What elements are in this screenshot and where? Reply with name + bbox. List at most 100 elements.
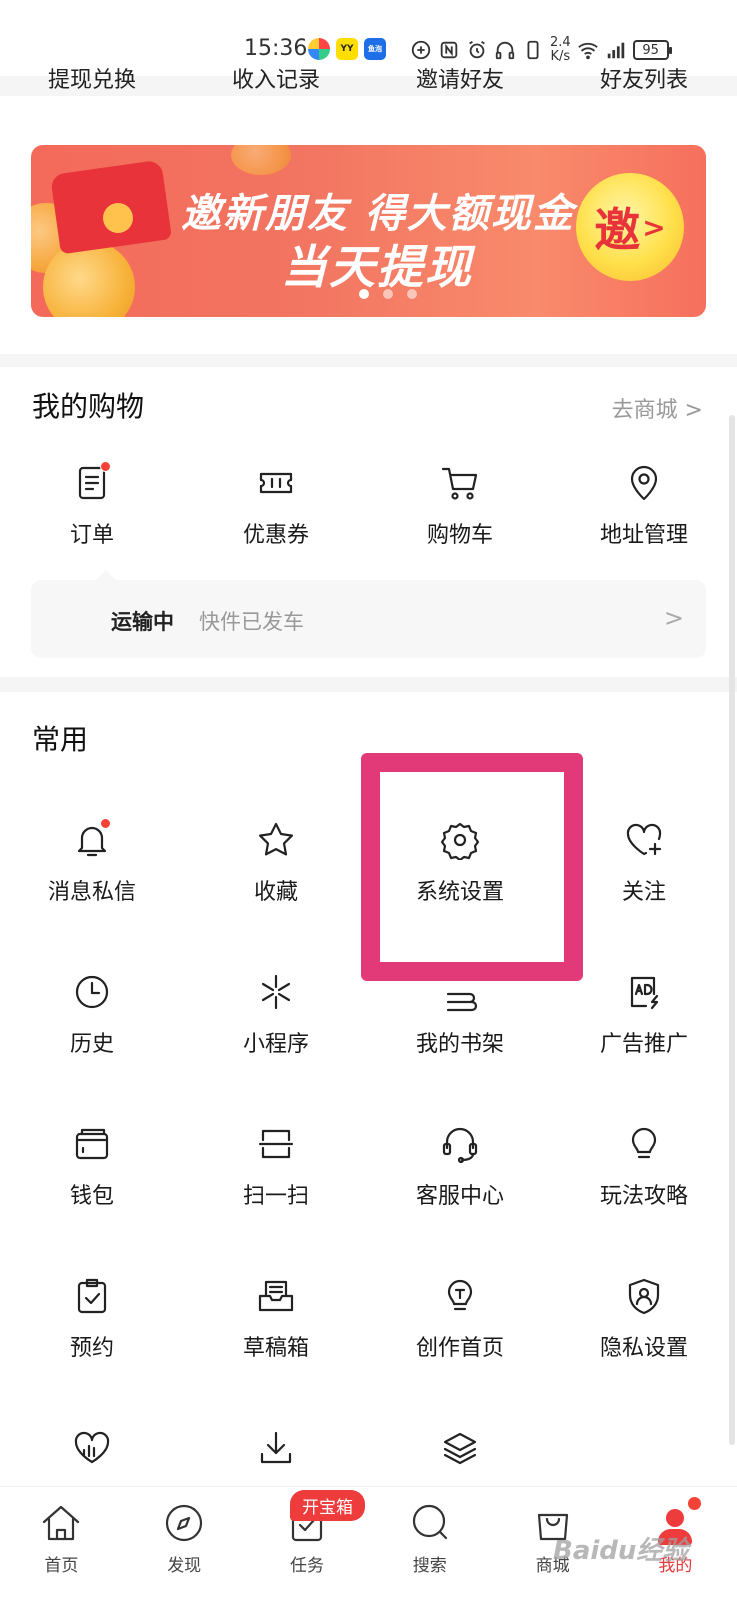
common-row: 钱包 扫一扫 客服中心 玩法攻略 (0, 1124, 737, 1210)
notification-dot (100, 818, 111, 829)
common-item-label: 我的书架 (415, 1032, 504, 1057)
colorful-app-icon (308, 38, 330, 60)
shopping-section: 我的购物 去商城 > 订单 优惠券 购物车 地址管理 运输中 快件已发车 > (0, 367, 737, 677)
cart-icon (441, 467, 478, 500)
top-links-row: 提现兑换 收入记录 邀请好友 好友列表 (0, 58, 737, 96)
common-row: 消息私信 收藏 系统设置 关注 (0, 818, 737, 906)
shop-item-order[interactable]: 订单 (0, 461, 184, 549)
nav-label: 搜索 (412, 1556, 447, 1576)
shop-item-label: 地址管理 (599, 523, 688, 548)
open-treasure-badge[interactable]: 开宝箱 (290, 1490, 365, 1521)
carousel-dot[interactable] (407, 289, 417, 299)
search-icon (412, 1504, 447, 1540)
battery-indicator: 95 (632, 40, 672, 60)
carousel-dots (359, 289, 417, 299)
common-item-label: 小程序 (242, 1032, 309, 1057)
shop-item-label: 优惠券 (242, 523, 309, 548)
shipping-status-card[interactable]: 运输中 快件已发车 > (31, 570, 706, 658)
top-link-withdraw[interactable]: 提现兑换 (0, 62, 184, 94)
nav-discover[interactable]: 发现 (123, 1487, 246, 1600)
yupao-app-icon: 鱼泡 (364, 38, 386, 60)
shop-item-coupon[interactable]: 优惠券 (184, 463, 368, 549)
nav-search[interactable]: 搜索 (368, 1487, 491, 1600)
common-item-drafts[interactable]: 草稿箱 (184, 1276, 368, 1362)
common-item-label: 隐私设置 (599, 1336, 688, 1361)
headset-icon (442, 1127, 478, 1164)
common-item-wallet[interactable]: 钱包 (0, 1124, 184, 1210)
go-mall-link[interactable]: 去商城 > (612, 392, 703, 424)
shop-item-label: 购物车 (426, 523, 493, 548)
clock-icon (75, 975, 109, 1009)
envelope-seal (103, 203, 133, 233)
common-item-guide[interactable]: 玩法攻略 (552, 1124, 736, 1210)
heart-plus-icon (626, 823, 662, 856)
carousel-dot[interactable] (383, 289, 393, 299)
home-icon (43, 1505, 80, 1541)
common-item-label: 创作首页 (415, 1336, 504, 1361)
miniprogram-icon (261, 974, 291, 1010)
status-app-icons: YY 鱼泡 (308, 38, 386, 60)
shipping-status: 运输中 (111, 610, 174, 634)
avatar-head (666, 1509, 685, 1527)
books-icon (446, 992, 478, 1012)
chevron-right-icon: > (642, 210, 666, 244)
top-link-friends[interactable]: 好友列表 (552, 62, 736, 94)
common-item-settings[interactable]: 系统设置 (368, 820, 552, 906)
heart-chart-icon (74, 1431, 110, 1464)
common-item-label: 扫一扫 (242, 1184, 309, 1209)
star-icon (258, 822, 294, 856)
common-item-reservation[interactable]: 预约 (0, 1276, 184, 1362)
nav-label: 发现 (167, 1556, 202, 1576)
common-item-bookshelf[interactable]: 我的书架 (368, 972, 552, 1058)
common-item-follow[interactable]: 关注 (552, 820, 736, 906)
common-item-label: 消息私信 (47, 880, 136, 905)
common-item-miniprogram[interactable]: 小程序 (184, 972, 368, 1058)
top-link-income[interactable]: 收入记录 (184, 62, 368, 94)
nav-home[interactable]: 首页 (0, 1487, 123, 1600)
shop-item-cart[interactable]: 购物车 (368, 463, 552, 549)
invite-banner[interactable]: 邀新朋友 得大额现金 当天提现 邀 > (31, 145, 706, 317)
common-item-messages[interactable]: 消息私信 (0, 818, 184, 906)
shop-item-address[interactable]: 地址管理 (552, 463, 736, 549)
top-link-invite[interactable]: 邀请好友 (368, 62, 552, 94)
common-item-partial[interactable] (0, 1428, 184, 1468)
common-section: 常用 消息私信 收藏 系统设置 关注 历史 小程序 我的书架 广告推广 钱包 扫… (0, 692, 737, 1512)
notification-dot (687, 1497, 701, 1510)
common-item-label: 玩法攻略 (599, 1184, 688, 1209)
common-item-favorites[interactable]: 收藏 (184, 820, 368, 906)
common-item-ad-promo[interactable]: 广告推广 (552, 972, 736, 1058)
common-item-privacy[interactable]: 隐私设置 (552, 1276, 736, 1362)
gear-icon (440, 822, 480, 860)
shopping-title: 我的购物 (32, 390, 145, 423)
common-item-partial[interactable] (368, 1428, 552, 1468)
common-item-label: 钱包 (69, 1184, 114, 1209)
coin-decoration (231, 145, 291, 175)
invite-button[interactable]: 邀 > (576, 173, 684, 281)
nav-label: 首页 (44, 1556, 79, 1576)
common-item-partial[interactable] (184, 1428, 368, 1468)
wallet-icon (75, 1128, 109, 1160)
common-row: 预约 草稿箱 创作首页 隐私设置 (0, 1276, 737, 1362)
common-item-scan[interactable]: 扫一扫 (184, 1124, 368, 1210)
clipboard-check-icon (77, 1278, 107, 1314)
common-item-history[interactable]: 历史 (0, 972, 184, 1058)
common-item-creator[interactable]: 创作首页 (368, 1276, 552, 1362)
coupon-icon (259, 472, 293, 494)
card-notch (96, 570, 116, 580)
chevron-right-icon: > (663, 604, 684, 632)
speed-value: 2.4 (550, 35, 571, 50)
notification-dot (100, 461, 111, 472)
common-item-support[interactable]: 客服中心 (368, 1124, 552, 1210)
carousel-dot[interactable] (359, 289, 369, 299)
draft-icon (258, 1280, 294, 1312)
compass-icon (166, 1504, 203, 1542)
bulb-icon (631, 1127, 657, 1159)
common-item-label: 关注 (621, 880, 666, 905)
scan-icon (258, 1129, 294, 1159)
nav-label: 任务 (289, 1556, 324, 1576)
common-row: 历史 小程序 我的书架 广告推广 (0, 972, 737, 1058)
coin-decoration (43, 241, 135, 317)
common-item-label: 系统设置 (415, 880, 504, 905)
scrollbar[interactable] (729, 415, 735, 1445)
watermark: Baidu经验 (553, 1536, 689, 1566)
